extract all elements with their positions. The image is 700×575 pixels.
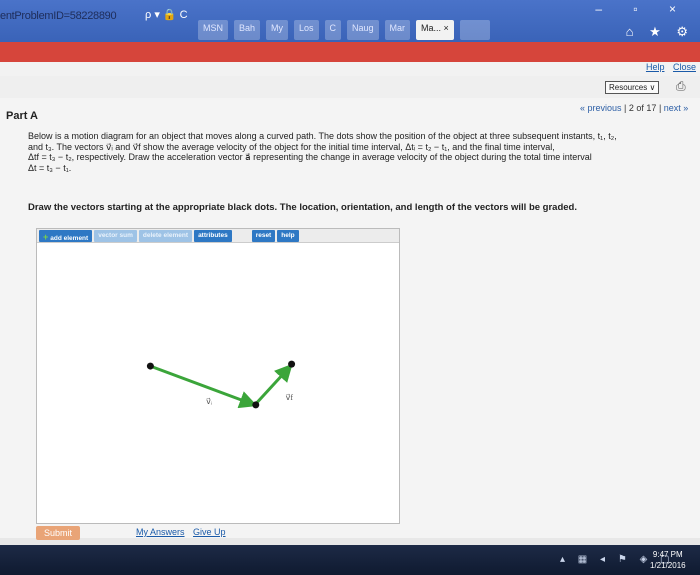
browser-tab[interactable]: My: [266, 20, 289, 40]
problem-content: Part A Below is a motion diagram for an …: [0, 98, 700, 538]
pager-position: 2 of 17: [628, 103, 657, 113]
address-bar-tools[interactable]: ρ ▾ 🔒 C: [145, 8, 188, 21]
reset-button[interactable]: reset: [251, 230, 276, 242]
problem-text: Below is a motion diagram for an object …: [28, 131, 688, 173]
browser-tab[interactable]: C: [324, 20, 342, 40]
browser-tab-active[interactable]: Ma... ×: [416, 20, 454, 40]
window-controls[interactable]: – ▫ ×: [595, 2, 690, 16]
close-link[interactable]: Close: [673, 62, 696, 72]
clock-time: 9:47 PM: [652, 550, 683, 559]
home-star-gear-icons[interactable]: ⌂ ★ ⚙: [626, 24, 694, 40]
help-button[interactable]: help: [277, 230, 299, 242]
new-tab-button[interactable]: [459, 20, 490, 40]
my-answers-link[interactable]: My Answers: [136, 527, 185, 537]
browser-tab[interactable]: Bah: [234, 20, 261, 40]
help-bar: Help Close: [0, 62, 700, 76]
tool-toolbar: add element vector sum delete element at…: [37, 229, 399, 243]
problem-text-line: Δt = t₃ − t₁.: [28, 162, 72, 173]
vector-vi[interactable]: [149, 364, 258, 409]
browser-titlebar: entProblemID=58228890 ρ ▾ 🔒 C MSN Bah My…: [0, 0, 700, 42]
attributes-button[interactable]: attributes: [194, 230, 232, 242]
problem-text-line: Δtf = t₃ − t₂, respectively. Draw the ac…: [28, 152, 592, 162]
give-up-link[interactable]: Give Up: [193, 527, 226, 537]
clock-date: 1/21/2016: [650, 561, 686, 570]
resources-row: Resources ∨ ⎙: [0, 76, 700, 98]
problem-text-line: Below is a motion diagram for an object …: [28, 131, 617, 141]
next-link[interactable]: next »: [664, 103, 689, 113]
windows-taskbar: ▴ ▦ ◂ ⚑ ◈ ▢ 9:47 PM 1/21/2016: [0, 545, 700, 575]
vector-label-vf: v⃗f: [286, 393, 294, 402]
chevron-down-icon: ∨: [649, 83, 656, 92]
browser-tabs: MSN Bah My Los C Naug Mar Ma... ×: [198, 20, 490, 40]
add-element-button[interactable]: add element: [39, 230, 93, 242]
vector-vf[interactable]: [254, 363, 293, 405]
answer-links: My Answers Give Up: [136, 527, 232, 537]
browser-tab[interactable]: Naug: [347, 20, 379, 40]
browser-tab[interactable]: Mar: [384, 20, 411, 40]
problem-text-line: and t₃. The vectors v⃗ᵢ and v⃗f show the…: [28, 141, 555, 152]
part-title: Part A: [6, 110, 38, 122]
print-icon[interactable]: ⎙: [676, 79, 686, 94]
browser-tab[interactable]: Los: [294, 20, 319, 40]
submit-button[interactable]: Submit: [36, 526, 81, 540]
drawing-canvas[interactable]: v⃗ᵢ v⃗f: [37, 244, 399, 524]
answer-actions: Submit My Answers Give Up: [0, 526, 700, 540]
vector-sum-button[interactable]: vector sum: [94, 230, 137, 242]
resources-dropdown[interactable]: Resources ∨: [605, 81, 660, 94]
help-links: Help Close: [640, 62, 696, 72]
instruction: Draw the vectors starting at the appropr…: [28, 202, 577, 213]
vector-drawing-tool: add element vector sum delete element at…: [36, 228, 400, 524]
taskbar-clock[interactable]: 9:47 PM 1/21/2016: [650, 549, 686, 571]
position-dot-t2[interactable]: [252, 401, 260, 409]
address-bar[interactable]: entProblemID=58228890: [0, 10, 117, 22]
previous-link[interactable]: « previous: [580, 103, 622, 113]
browser-tab[interactable]: MSN: [198, 20, 228, 40]
delete-element-button[interactable]: delete element: [138, 230, 193, 242]
help-link[interactable]: Help: [646, 62, 665, 72]
problem-pager: « previous | 2 of 17 | next »: [580, 103, 689, 113]
resources-label: Resources: [609, 83, 648, 92]
position-dot-t1[interactable]: [146, 362, 154, 370]
position-dot-t3[interactable]: [288, 360, 296, 368]
site-banner: [0, 42, 700, 62]
vector-label-vi: v⃗ᵢ: [206, 397, 213, 406]
